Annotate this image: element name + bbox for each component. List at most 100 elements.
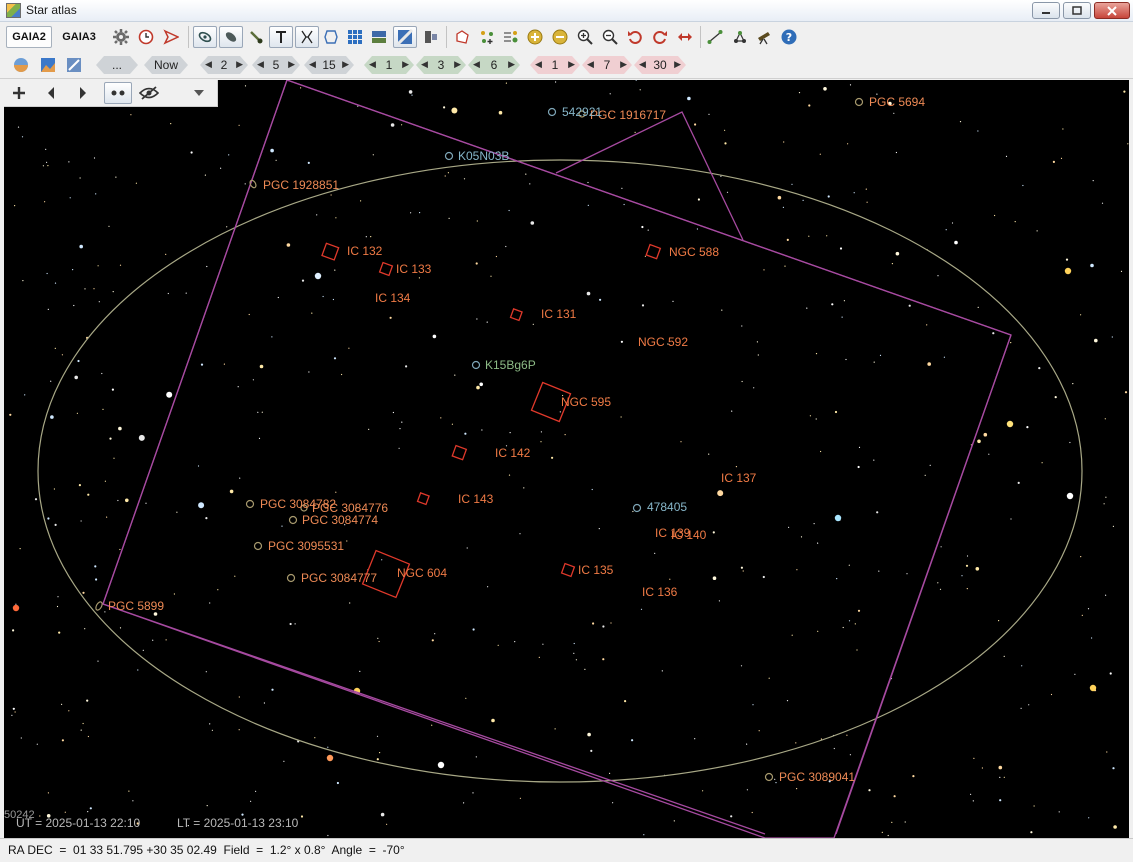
landscape-button[interactable] xyxy=(37,54,59,76)
add-star-button[interactable] xyxy=(476,26,498,48)
dots-button[interactable] xyxy=(104,82,132,104)
boundary-toggle-button[interactable] xyxy=(320,26,342,48)
chart-settings-button[interactable] xyxy=(63,54,85,76)
star xyxy=(891,263,894,265)
step-month-1-button[interactable]: ◀ 1 ▶ xyxy=(530,56,580,74)
star xyxy=(873,361,875,363)
star xyxy=(721,309,723,311)
magnitude-minus-button[interactable] xyxy=(549,26,571,48)
pgc5694-label[interactable]: PGC 5694 xyxy=(869,95,925,109)
star xyxy=(128,790,130,792)
settings-button[interactable] xyxy=(110,26,132,48)
star xyxy=(849,754,852,756)
star xyxy=(77,359,80,363)
galaxy-toggle-button[interactable] xyxy=(193,26,217,48)
labels-toggle-button[interactable] xyxy=(269,26,293,48)
star xyxy=(846,734,848,736)
ngc604-label[interactable]: NGC 604 xyxy=(397,566,447,580)
sky-chart[interactable]: NGC 588 NGC 592 NGC 595 NGC 604 IC 132 I… xyxy=(4,80,1129,838)
now-button[interactable]: Now xyxy=(144,56,188,74)
ngc592-label[interactable]: NGC 592 xyxy=(638,335,688,349)
ic135-label[interactable]: IC 135 xyxy=(578,563,613,577)
measure-button[interactable] xyxy=(704,26,726,48)
nebula-toggle-button[interactable] xyxy=(219,26,243,48)
hide-button[interactable] xyxy=(136,82,162,104)
rotate-right-button[interactable] xyxy=(649,26,671,48)
horizon-toggle-button[interactable] xyxy=(368,26,390,48)
pgc1928851-label[interactable]: PGC 1928851 xyxy=(263,178,339,192)
step-month-7-button[interactable]: ◀ 7 ▶ xyxy=(582,56,632,74)
magnitude-plus-button[interactable] xyxy=(524,26,546,48)
star xyxy=(204,174,206,176)
step-day-3-button[interactable]: ◀ 3 ▶ xyxy=(416,56,466,74)
ic137-label[interactable]: IC 137 xyxy=(721,471,756,485)
clock-button[interactable] xyxy=(135,26,157,48)
ic140-label[interactable]: IC 140 xyxy=(671,528,706,542)
asteroid-478405-label[interactable]: 478405 xyxy=(647,500,687,514)
step-day-1-button[interactable]: ◀ 1 ▶ xyxy=(364,56,414,74)
step-hour-15-button[interactable]: ◀ 15 ▶ xyxy=(304,56,354,74)
star xyxy=(783,141,785,143)
eye-off-icon xyxy=(139,86,159,100)
dots-icon xyxy=(111,90,125,96)
asteroid-k15bg6p-label[interactable]: K15Bg6P xyxy=(485,358,536,372)
maximize-button[interactable] xyxy=(1063,2,1091,19)
next-button[interactable] xyxy=(72,82,94,104)
close-button[interactable] xyxy=(1094,2,1130,19)
toolbar-separator xyxy=(446,26,447,48)
more-button[interactable]: ... xyxy=(96,56,138,74)
minimize-button[interactable] xyxy=(1032,2,1060,19)
constellation-toggle-button[interactable] xyxy=(295,26,319,48)
star-list-button[interactable] xyxy=(500,26,522,48)
comet-toggle-button[interactable] xyxy=(245,26,267,48)
add-button[interactable] xyxy=(8,82,30,104)
star xyxy=(36,743,38,745)
gaia2-button[interactable]: GAIA2 xyxy=(6,26,52,48)
pgc5899-label[interactable]: PGC 5899 xyxy=(108,599,164,613)
pgc3089041-label[interactable]: PGC 3089041 xyxy=(779,770,855,784)
grid-toggle-button[interactable] xyxy=(344,26,366,48)
pgc3095531-label[interactable]: PGC 3095531 xyxy=(268,539,344,553)
send-button[interactable] xyxy=(160,26,182,48)
ngc595-label[interactable]: NGC 595 xyxy=(561,395,611,409)
chevron-right-icon: ▶ xyxy=(674,59,681,69)
step-hour-2-button[interactable]: ◀ 2 ▶ xyxy=(200,56,248,74)
zoom-out-button[interactable] xyxy=(599,26,621,48)
asteroid-k05n03b-label[interactable]: K05N03B xyxy=(458,149,509,163)
star xyxy=(115,176,117,178)
ic143-label[interactable]: IC 143 xyxy=(458,492,493,506)
gaia3-button[interactable]: GAIA3 xyxy=(56,26,102,48)
pgc3084774-label[interactable]: PGC 3084774 xyxy=(302,513,378,527)
star xyxy=(1124,391,1128,394)
pgc3084777-label[interactable]: PGC 3084777 xyxy=(301,571,377,585)
new-object-button[interactable] xyxy=(451,26,473,48)
asteroid-542921-label[interactable]: 542921 xyxy=(562,105,602,119)
star xyxy=(696,228,699,230)
ic134-label[interactable]: IC 134 xyxy=(375,291,410,305)
telescope-button[interactable] xyxy=(753,26,775,48)
calculator-button[interactable] xyxy=(729,26,751,48)
ic132-label[interactable]: IC 132 xyxy=(347,244,382,258)
rotate-left-button[interactable] xyxy=(624,26,646,48)
ic133-label[interactable]: IC 133 xyxy=(396,262,431,276)
ngc588-label[interactable]: NGC 588 xyxy=(669,245,719,259)
ic131-label[interactable]: IC 131 xyxy=(541,307,576,321)
star xyxy=(360,200,362,202)
dropdown-button[interactable] xyxy=(188,82,210,104)
star xyxy=(756,341,759,343)
step-day-6-button[interactable]: ◀ 6 ▶ xyxy=(468,56,520,74)
milkyway-toggle-button[interactable] xyxy=(393,26,417,48)
ic136-label[interactable]: IC 136 xyxy=(642,585,677,599)
bright-star xyxy=(1006,420,1014,428)
star xyxy=(1026,426,1029,429)
star xyxy=(283,760,285,762)
planet-toggle-button[interactable] xyxy=(420,26,442,48)
ic142-label[interactable]: IC 142 xyxy=(495,446,530,460)
flip-button[interactable] xyxy=(674,26,696,48)
step-hour-5-button[interactable]: ◀ 5 ▶ xyxy=(252,56,300,74)
previous-button[interactable] xyxy=(40,82,62,104)
step-month-30-button[interactable]: ◀ 30 ▶ xyxy=(634,56,686,74)
zoom-in-button[interactable] xyxy=(574,26,596,48)
globe-button[interactable] xyxy=(10,54,32,76)
help-button[interactable]: ? xyxy=(778,26,800,48)
